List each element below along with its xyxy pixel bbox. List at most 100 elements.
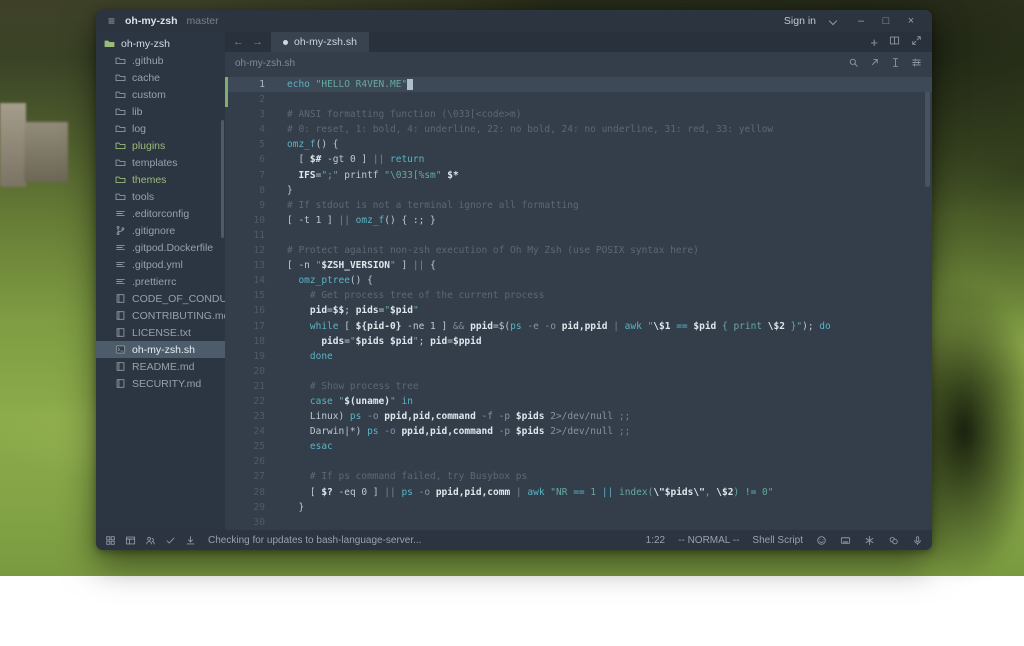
breadcrumb-path[interactable]: oh-my-zsh.sh [235,58,295,69]
code-line[interactable]: 14omz_ptree() { [225,273,932,288]
split-editor-icon[interactable] [889,35,900,49]
cursor-position[interactable]: 1:22 [646,535,665,546]
code-token: 2>/dev/null [550,426,613,437]
code-token: pids [356,305,379,316]
wallpaper-fortress-wall [24,122,68,182]
code-line[interactable]: 13[ -n "$ZSH_VERSION" ] || { [225,258,932,273]
code-line[interactable]: 3# ANSI formatting function (\033[<code>… [225,107,932,122]
code-line[interactable]: 28[ $? -eq 0 ] || ps -o ppid,pid,comm | … [225,485,932,500]
code-line[interactable]: 7IFS=";" printf "\033[%sm" $* [225,168,932,183]
code-token: != [745,487,756,498]
code-line[interactable]: 20 [225,364,932,379]
code-line[interactable]: 30 [225,515,932,530]
sidebar-item-tools[interactable]: tools [96,188,225,205]
sidebar-item-templates[interactable]: templates [96,154,225,171]
sidebar-item-custom[interactable]: custom [96,86,225,103]
code-line[interactable]: 6[ $# -gt 0 ] || return [225,152,932,167]
code-line[interactable]: 19done [225,349,932,364]
code-line[interactable]: 5omz_f() { [225,137,932,152]
code-line[interactable]: 17while [ ${pid-0} -ne 1 ] && ppid=$(ps … [225,319,932,334]
sidebar-item--gitpod-dockerfile[interactable]: .gitpod.Dockerfile [96,239,225,256]
chevron-down-icon[interactable] [829,17,837,25]
forward-button[interactable]: → [252,36,263,48]
tab-oh-my-zsh[interactable]: oh-my-zsh.sh [271,32,369,52]
expand-editor-icon[interactable] [911,35,922,49]
sidebar-item-contributing-md[interactable]: CONTRIBUTING.md [96,307,225,324]
filetype-indicator[interactable]: Shell Script [752,535,803,546]
code-line[interactable]: 10[ -t 1 ] || omz_f() { :; } [225,213,932,228]
code-token: $ppid [453,336,482,347]
status-bar: Checking for updates to bash-language-se… [96,530,932,550]
sign-in-button[interactable]: Sign in [784,15,816,27]
code-line[interactable]: 16pid=$$; pids="$pid" [225,303,932,318]
sidebar-item-oh-my-zsh-sh[interactable]: oh-my-zsh.sh [96,341,225,358]
menu-icon[interactable]: ≡ [108,14,115,28]
code-line[interactable]: 2 [225,92,932,107]
code-line[interactable]: 11 [225,228,932,243]
sidebar-item-readme-md[interactable]: README.md [96,358,225,375]
snowflake-icon[interactable] [864,535,875,546]
tab-label: oh-my-zsh.sh [294,36,357,48]
line-number: 13 [225,258,265,273]
code-line[interactable]: 8} [225,183,932,198]
code-token: -o [384,426,395,437]
sidebar-item-license-txt[interactable]: LICENSE.txt [96,324,225,341]
feedback-icon[interactable] [888,535,899,546]
sidebar-item-themes[interactable]: themes [96,171,225,188]
code-line[interactable]: 21# Show process tree [225,379,932,394]
code-editor[interactable]: 1echo "HELLO R4VEN.ME" 23# ANSI formatti… [225,75,932,530]
editor-layout-icon[interactable] [125,535,136,546]
keyboard-icon[interactable] [840,535,851,546]
maximize-button[interactable]: □ [877,15,895,27]
accounts-icon[interactable] [145,535,156,546]
check-icon[interactable] [165,535,176,546]
sidebar-item-oh-my-zsh[interactable]: oh-my-zsh [96,35,225,52]
code-line[interactable]: 18pids="$pids $pid"; pid=$ppid [225,334,932,349]
code-token: || [413,260,424,271]
sidebar-item-log[interactable]: log [96,120,225,137]
back-button[interactable]: ← [233,36,244,48]
mic-icon[interactable] [912,535,923,546]
code-line[interactable]: 25esac [225,439,932,454]
download-icon[interactable] [185,535,196,546]
sidebar-item-code-of-conduct-m[interactable]: CODE_OF_CONDUCT.m [96,290,225,307]
code-line[interactable]: 24Darwin|*) ps -o ppid,pid,command -p $p… [225,424,932,439]
sidebar-item--github[interactable]: .github [96,52,225,69]
code-line[interactable]: 23Linux) ps -o ppid,pid,command -f -p $p… [225,409,932,424]
search-icon[interactable] [848,57,859,71]
code-line[interactable]: 4# 0: reset, 1: bold, 4: underline, 22: … [225,122,932,137]
line-number: 17 [225,319,265,334]
goto-icon[interactable] [869,57,880,71]
code-token: ppid,pid,command [384,411,476,422]
close-button[interactable]: × [902,15,920,27]
code-line[interactable]: 12# Protect against non-zsh execution of… [225,243,932,258]
sidebar-item--gitpod-yml[interactable]: .gitpod.yml [96,256,225,273]
sidebar-item--gitignore[interactable]: .gitignore [96,222,225,239]
code-line[interactable]: 22case "$(uname)" in [225,394,932,409]
sidebar-scrollbar[interactable] [221,120,224,238]
sidebar-item--prettierrc[interactable]: .prettierrc [96,273,225,290]
minimize-button[interactable]: – [852,15,870,27]
code-token: -o [367,411,378,422]
grid-icon[interactable] [105,535,116,546]
code-line[interactable]: 27# If ps command failed, try Busybox ps [225,469,932,484]
code-line[interactable]: 15# Get process tree of the current proc… [225,288,932,303]
sidebar-item-lib[interactable]: lib [96,103,225,120]
sidebar-item-plugins[interactable]: plugins [96,137,225,154]
code-line[interactable]: 1echo "HELLO R4VEN.ME" [225,77,932,92]
code-token: # Get process tree of the current proces… [310,290,545,301]
sidebar-item--editorconfig[interactable]: .editorconfig [96,205,225,222]
sliders-icon[interactable] [911,57,922,71]
code-line[interactable]: 9# If stdout is not a terminal ignore al… [225,198,932,213]
smiley-icon[interactable] [816,535,827,546]
sidebar-item-security-md[interactable]: SECURITY.md [96,375,225,392]
code-line[interactable]: 26 [225,454,932,469]
sidebar-item-label: .prettierrc [132,276,176,288]
ibeam-cursor-icon[interactable] [890,57,901,71]
new-tab-button[interactable]: + [870,35,878,50]
sidebar-item-cache[interactable]: cache [96,69,225,86]
code-line[interactable]: 29} [225,500,932,515]
sidebar-item-label: .gitpod.yml [132,259,183,271]
title-bar[interactable]: ≡ oh-my-zsh master Sign in – □ × [96,10,932,32]
sidebar-item-label: plugins [132,140,165,152]
